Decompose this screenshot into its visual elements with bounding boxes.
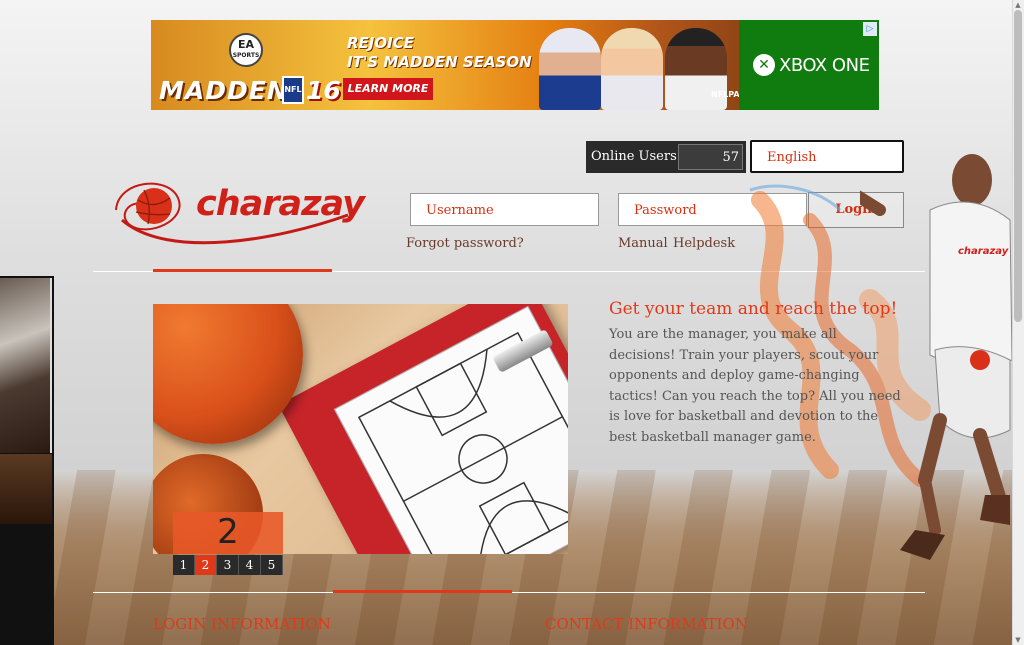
slide-page-5[interactable]: 5 xyxy=(261,555,283,575)
charazay-logo[interactable]: charazay xyxy=(108,170,365,246)
ad-headline: REJOICE IT'S MADDEN SEASON xyxy=(347,34,532,71)
basketball-image xyxy=(153,304,303,444)
slide-page-1[interactable]: 1 xyxy=(173,555,195,575)
current-slide-number: 2 xyxy=(173,512,283,554)
vertical-scrollbar[interactable]: ▲ ▼ xyxy=(1012,0,1024,645)
ad-platform: XBOX ONE xyxy=(779,55,870,76)
scroll-down-icon[interactable]: ▼ xyxy=(1014,636,1022,644)
ad-learn-more-button[interactable]: LEARN MORE xyxy=(343,78,433,100)
ea-sports-logo: EA SPORTS xyxy=(229,33,263,67)
login-information-heading: LOGIN INFORMATION xyxy=(153,615,331,633)
mascot-jersey-text: charazay xyxy=(958,246,1009,257)
ad-choices-icon[interactable]: ▷ xyxy=(863,22,877,36)
divider-accent xyxy=(333,590,512,593)
xbox-logo-icon: ✕ xyxy=(753,54,775,76)
slide-page-2[interactable]: 2 xyxy=(195,555,217,575)
ad-edition: 16 xyxy=(306,76,341,105)
intro-title: Get your team and reach the top! xyxy=(609,299,898,319)
scrollbar-thumb[interactable] xyxy=(1014,10,1022,322)
contact-information-heading: CONTACT INFORMATION xyxy=(545,615,748,633)
online-users-box: Online Users 57 xyxy=(586,141,746,173)
ad-player-image xyxy=(539,28,601,110)
online-users-count: 57 xyxy=(678,144,743,170)
xbox-panel: ✕ XBOX ONE xyxy=(739,20,879,110)
nflpa-badge: NFLPA xyxy=(711,90,740,99)
slide-pager: 1 2 3 4 5 xyxy=(173,555,283,575)
manual-link[interactable]: Manual xyxy=(618,236,668,251)
side-image-panel xyxy=(0,276,54,645)
slide-page-3[interactable]: 3 xyxy=(217,555,239,575)
slide-page-4[interactable]: 4 xyxy=(239,555,261,575)
wood-floor-image xyxy=(0,454,52,524)
username-field[interactable]: Username xyxy=(410,193,599,226)
online-users-label: Online Users xyxy=(591,149,677,164)
logo-wordmark: charazay xyxy=(196,184,365,224)
divider-accent xyxy=(153,269,332,272)
ad-player-image xyxy=(601,28,663,110)
advertisement-banner[interactable]: EA SPORTS MADDEN NFL 16 REJOICE IT'S MADD… xyxy=(151,20,879,110)
intro-body: You are the manager, you make all decisi… xyxy=(609,327,901,445)
forgot-password-link[interactable]: Forgot password? xyxy=(406,236,524,251)
kitchen-image xyxy=(0,278,52,453)
nfl-shield-icon: NFL xyxy=(282,76,304,104)
scroll-up-icon[interactable]: ▲ xyxy=(1014,1,1022,9)
ad-game-title: MADDEN xyxy=(159,76,289,105)
